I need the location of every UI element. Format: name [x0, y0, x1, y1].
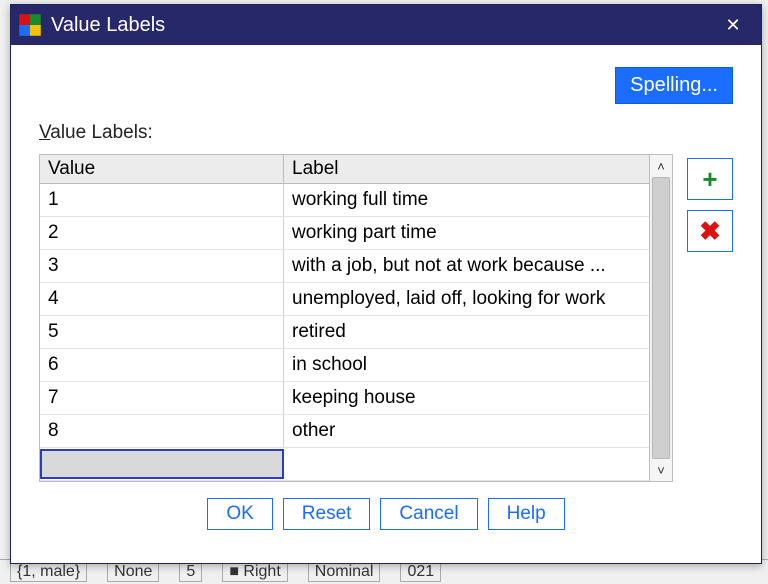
value-cell[interactable]: 4 [40, 283, 284, 315]
value-cell[interactable]: 3 [40, 250, 284, 282]
table-row[interactable]: 7 keeping house [40, 382, 649, 415]
label-cell[interactable]: working part time [284, 217, 649, 249]
scroll-track[interactable] [650, 177, 672, 459]
value-cell[interactable]: 5 [40, 316, 284, 348]
label-cell[interactable]: retired [284, 316, 649, 348]
table-row[interactable]: 1 working full time [40, 184, 649, 217]
dialog-title: Value Labels [51, 14, 713, 37]
label-cell[interactable]: in school [284, 349, 649, 381]
vertical-scrollbar[interactable]: ˄ ˅ [650, 155, 672, 481]
value-cell[interactable]: 1 [40, 184, 284, 216]
titlebar: Value Labels ✕ [11, 5, 761, 45]
table-row[interactable]: 2 working part time [40, 217, 649, 250]
table-new-row[interactable] [40, 448, 649, 481]
value-cell[interactable]: 2 [40, 217, 284, 249]
label-cell[interactable]: other [284, 415, 649, 447]
add-button[interactable]: + [687, 158, 733, 200]
app-icon [19, 14, 41, 36]
x-icon: ✖ [699, 216, 721, 247]
table-row[interactable]: 6 in school [40, 349, 649, 382]
table-row[interactable]: 5 retired [40, 316, 649, 349]
table-row[interactable]: 3 with a job, but not at work because ..… [40, 250, 649, 283]
spelling-button[interactable]: Spelling... [615, 67, 733, 104]
value-labels-table: Value Label 1 working full time 2 workin… [39, 154, 673, 482]
value-cell[interactable]: 8 [40, 415, 284, 447]
value-cell[interactable]: 6 [40, 349, 284, 381]
table-header: Value Label [40, 155, 649, 184]
dialog-body: Spelling... Value Labels: Value Label 1 … [11, 45, 761, 563]
cancel-button[interactable]: Cancel [380, 498, 477, 530]
value-cell[interactable]: 7 [40, 382, 284, 414]
ok-button[interactable]: OK [207, 498, 272, 530]
new-value-cell[interactable] [40, 449, 284, 479]
plus-icon: + [702, 164, 717, 195]
close-button[interactable]: ✕ [713, 15, 753, 36]
scroll-up-icon[interactable]: ˄ [650, 155, 672, 177]
label-cell[interactable]: with a job, but not at work because ... [284, 250, 649, 282]
header-value[interactable]: Value [40, 155, 284, 183]
label-cell[interactable]: unemployed, laid off, looking for work [284, 283, 649, 315]
scroll-thumb[interactable] [652, 177, 670, 459]
label-cell[interactable]: working full time [284, 184, 649, 216]
reset-button[interactable]: Reset [283, 498, 371, 530]
table-row[interactable]: 4 unemployed, laid off, looking for work [40, 283, 649, 316]
header-label[interactable]: Label [284, 155, 649, 183]
value-labels-dialog: Value Labels ✕ Spelling... Value Labels:… [10, 4, 762, 564]
help-button[interactable]: Help [488, 498, 565, 530]
scroll-down-icon[interactable]: ˅ [650, 459, 672, 481]
value-labels-section-label: Value Labels: [39, 122, 733, 144]
dialog-footer: OK Reset Cancel Help [39, 482, 733, 536]
remove-button[interactable]: ✖ [687, 210, 733, 252]
label-cell[interactable]: keeping house [284, 382, 649, 414]
new-label-cell[interactable] [284, 448, 649, 480]
table-row[interactable]: 8 other [40, 415, 649, 448]
